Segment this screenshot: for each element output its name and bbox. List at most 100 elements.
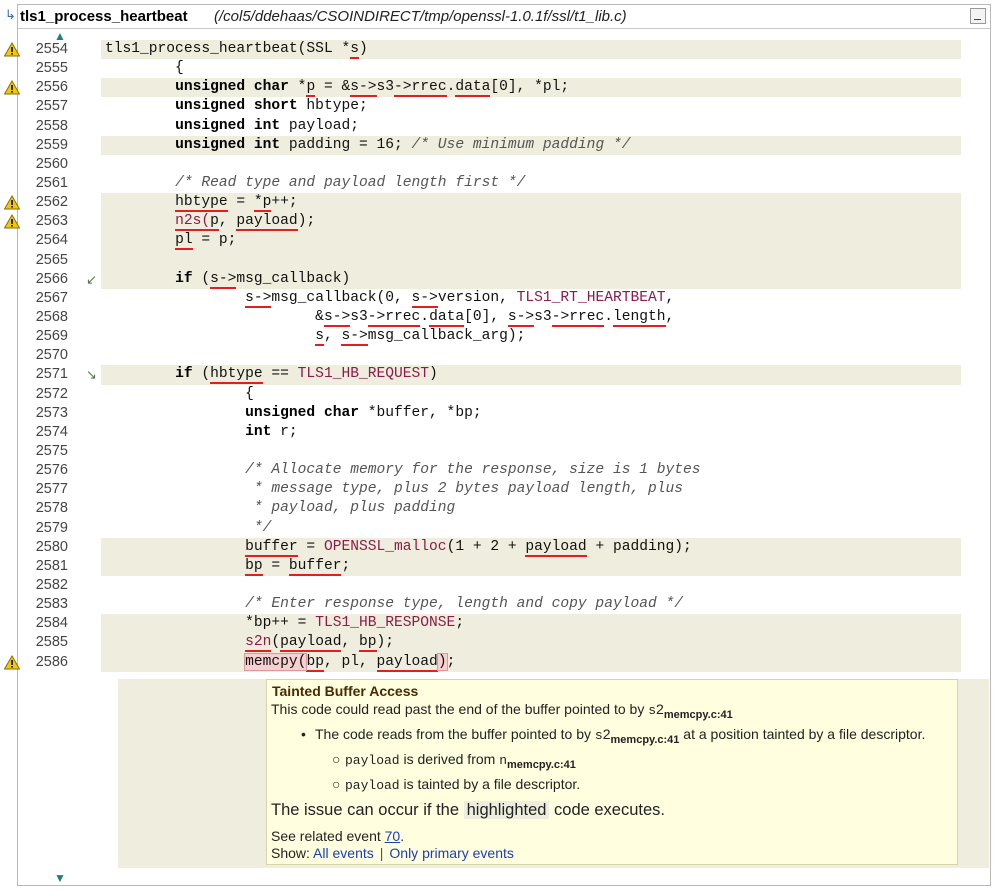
code-line[interactable]: 2586 memcpy(bp, pl, payload);	[0, 652, 972, 672]
code-line[interactable]: 2561 /* Read type and payload length fir…	[0, 174, 972, 193]
popup-line2-sub: memcpy.c:41	[610, 734, 680, 746]
line-number: 2574	[35, 423, 68, 440]
code-text: s, s->msg_callback_arg);	[315, 328, 526, 347]
code-line[interactable]: 2559 unsigned int padding = 16; /* Use m…	[0, 135, 972, 155]
popup-line1-sub: memcpy.c:41	[663, 709, 733, 721]
code-line[interactable]: 2557 unsigned short hbtype;	[0, 97, 972, 116]
code-text: * payload, plus padding	[245, 500, 456, 517]
only-primary-events-link[interactable]: Only primary events	[389, 845, 513, 861]
popup-line2-post: at a position tainted by a file descript…	[679, 726, 926, 742]
code-line[interactable]: 2572 {	[0, 385, 972, 404]
code-text: s->msg_callback(0, s->version, TLS1_RT_H…	[245, 289, 675, 308]
line-number: 2561	[35, 174, 68, 191]
code-line[interactable]: 2560	[0, 155, 972, 174]
line-number: 2565	[35, 251, 68, 268]
warning-icon[interactable]	[3, 41, 21, 57]
popup-line3-sub: memcpy.c:41	[507, 759, 576, 771]
code-line[interactable]: 2574 int r;	[0, 423, 972, 442]
line-number: 2568	[35, 308, 68, 325]
code-line[interactable]: 2583 /* Enter response type, length and …	[0, 595, 972, 614]
code-line[interactable]: 2575	[0, 442, 972, 461]
code-line[interactable]: 2558 unsigned int payload;	[0, 117, 972, 136]
code-line[interactable]: 2579 */	[0, 519, 972, 538]
code-line[interactable]: 2580 buffer = OPENSSL_malloc(1 + 2 + pay…	[0, 537, 972, 557]
popup-line3-var: payload	[345, 753, 400, 768]
code-text: */	[245, 519, 272, 536]
line-highlight	[101, 155, 961, 174]
popup-bullet-1: • The code reads from the buffer pointed …	[301, 726, 925, 746]
all-events-link[interactable]: All events	[313, 845, 374, 861]
popup-line2-text: The code reads from the buffer pointed t…	[315, 726, 595, 742]
code-line[interactable]: 2568 &s->s3->rrec.data[0], s->s3->rrec.l…	[0, 308, 972, 327]
code-text: unsigned int padding = 16; /* Use minimu…	[175, 136, 631, 153]
line-number: 2570	[35, 347, 68, 364]
warning-icon[interactable]	[3, 80, 21, 95]
line-number: 2575	[35, 442, 68, 459]
warning-icon[interactable]	[3, 654, 21, 670]
code-line[interactable]: 2569 s, s->msg_callback_arg);	[0, 327, 972, 347]
popup-line1-text: This code could read past the end of the…	[271, 701, 649, 717]
popup-line2-var: s	[594, 728, 603, 743]
line-number: 2554	[35, 41, 68, 57]
related-period: .	[400, 828, 405, 844]
circle-bullet-icon: ○	[332, 776, 341, 792]
warning-icon[interactable]	[3, 214, 21, 229]
popup-related: See related event 70.	[271, 828, 404, 844]
popup-line1-sup: 2	[656, 701, 664, 717]
line-number: 2582	[35, 576, 68, 593]
branch-in-arrow-icon[interactable]: ↙	[86, 271, 100, 290]
line-number: 2572	[35, 385, 68, 402]
code-text: /* Read type and payload length first */	[175, 174, 526, 191]
code-line[interactable]: 2570	[0, 346, 972, 365]
code-line[interactable]: 2564 pl = p;	[0, 231, 972, 251]
code-text: bp = buffer;	[245, 557, 351, 576]
code-text: memcpy(bp, pl, payload);	[244, 652, 456, 672]
minimize-button[interactable]	[970, 8, 986, 24]
code-line[interactable]: 2573 unsigned char *buffer, *bp;	[0, 404, 972, 423]
file-path[interactable]: (/col5/ddehaas/CSOINDIRECT/tmp/openssl-1…	[214, 8, 627, 25]
line-number: 2573	[35, 404, 68, 421]
code-line[interactable]: 2578 * payload, plus padding	[0, 499, 972, 518]
code-line[interactable]: 2562 hbtype = *p++;	[0, 193, 972, 213]
popup-subbullet-2: ○ payload is tainted by a file descriptor…	[332, 776, 580, 793]
line-number: 2563	[35, 213, 68, 230]
code-line[interactable]: 2566 ↙ if (s->msg_callback)	[0, 269, 972, 290]
code-line[interactable]: 2576 /* Allocate memory for the response…	[0, 461, 972, 480]
line-number: 2562	[35, 194, 68, 211]
code-line[interactable]: 2577 * message type, plus 2 bytes payloa…	[0, 480, 972, 499]
line-number: 2577	[35, 481, 68, 498]
code-line[interactable]: 2581 bp = buffer;	[0, 556, 972, 576]
code-line[interactable]: 2555 {	[0, 59, 972, 78]
code-text: n2s(p, payload);	[175, 213, 316, 232]
code-line[interactable]: 2571 ↘ if (hbtype == TLS1_HB_REQUEST)	[0, 365, 972, 385]
code-line[interactable]: 2585 s2n(payload, bp);	[0, 633, 972, 653]
popup-line2-sup: 2	[602, 726, 611, 742]
code-line[interactable]: 2582	[0, 576, 972, 595]
function-header: ↳ tls1_process_heartbeat (/col5/ddehaas/…	[5, 5, 990, 29]
code-text: if (s->msg_callback)	[175, 270, 351, 289]
code-line[interactable]: 2565	[0, 250, 972, 270]
popup-title: Tainted Buffer Access	[272, 683, 419, 699]
code-line[interactable]: 2554 tls1_process_heartbeat(SSL *s)	[0, 40, 972, 60]
line-highlight	[101, 576, 961, 595]
related-event-link[interactable]: 70	[385, 828, 401, 844]
line-number: 2557	[35, 98, 68, 115]
line-number: 2555	[35, 60, 68, 77]
related-text: See related event	[271, 828, 385, 844]
branch-out-arrow-icon[interactable]: ↘	[86, 366, 100, 385]
code-line[interactable]: 2563 n2s(p, payload);	[0, 212, 972, 232]
line-number: 2558	[35, 117, 68, 134]
code-text: * message type, plus 2 bytes payload len…	[245, 481, 684, 498]
line-number: 2580	[35, 538, 68, 555]
bullet-icon: •	[301, 726, 306, 742]
code-line[interactable]: 2584 *bp++ = TLS1_HB_RESPONSE;	[0, 614, 972, 634]
line-highlight	[101, 442, 961, 461]
code-text: pl = p;	[175, 232, 237, 251]
line-number: 2564	[35, 232, 68, 249]
code-text: unsigned int payload;	[175, 117, 359, 134]
popup-line3-var2: n	[499, 753, 508, 768]
code-line[interactable]: 2567 s->msg_callback(0, s->version, TLS1…	[0, 289, 972, 308]
warning-icon[interactable]	[3, 195, 21, 210]
code-line[interactable]: 2556 unsigned char *p = &s->s3->rrec.dat…	[0, 78, 972, 98]
scroll-down-icon[interactable]: ▼	[54, 872, 66, 884]
